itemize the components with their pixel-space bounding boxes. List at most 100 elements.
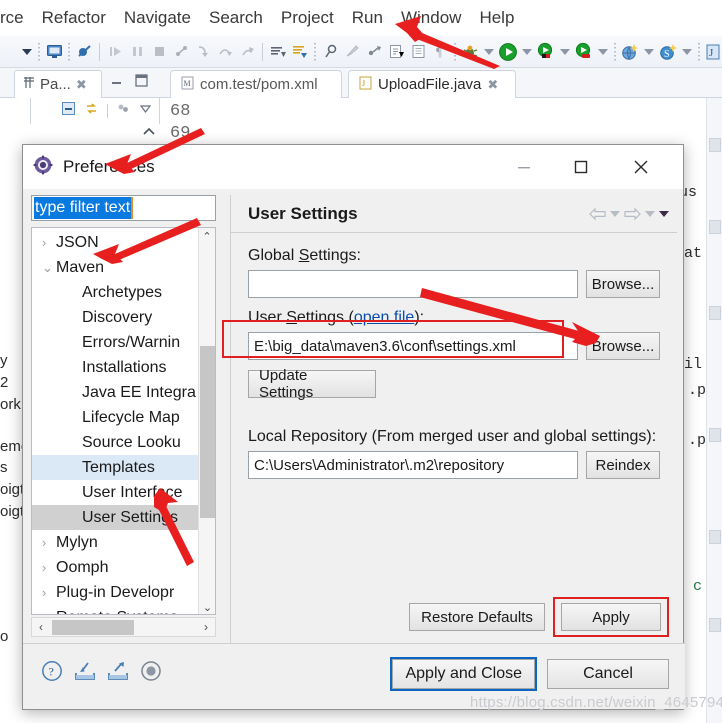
maximize-view-icon[interactable] bbox=[134, 73, 149, 93]
menu-item-run[interactable]: Run bbox=[343, 0, 392, 36]
tree-item-discovery[interactable]: Discovery bbox=[32, 305, 199, 330]
debug-dropdown-caret-icon[interactable] bbox=[484, 48, 494, 55]
menu-item-search[interactable]: Search bbox=[200, 0, 272, 36]
user-settings-input[interactable]: E:\big_data\maven3.6\conf\settings.xml bbox=[248, 332, 578, 360]
apply-and-close-button[interactable]: Apply and Close bbox=[390, 657, 537, 691]
forward-dropdown-caret-icon[interactable] bbox=[645, 211, 655, 217]
link-with-editor-icon[interactable] bbox=[84, 101, 99, 121]
collapse-all-icon[interactable] bbox=[61, 101, 76, 121]
restore-defaults-button[interactable]: Restore Defaults bbox=[409, 603, 545, 631]
local-repository-input[interactable]: C:\Users\Administrator\.m2\repository bbox=[248, 451, 578, 479]
tree-vertical-scrollbar[interactable]: ⌃ ⌄ bbox=[198, 228, 215, 614]
new-annotation-icon[interactable] bbox=[319, 39, 341, 65]
close-icon[interactable]: ✖ bbox=[76, 77, 87, 93]
chevron-right-icon[interactable]: › bbox=[42, 535, 56, 550]
skip-breakpoints-icon[interactable] bbox=[73, 39, 95, 65]
pane-menu-caret-icon[interactable] bbox=[659, 211, 669, 217]
preferences-tree[interactable]: › JSON ⌄ Maven Archetypes Discovery Erro bbox=[31, 227, 216, 615]
menu-item-source[interactable]: rce bbox=[0, 0, 33, 36]
external-tools-dropdown-caret-icon[interactable] bbox=[560, 48, 570, 55]
back-icon[interactable] bbox=[589, 207, 606, 221]
scroll-left-icon[interactable]: ‹ bbox=[32, 620, 50, 634]
web-dropdown-caret-icon[interactable] bbox=[644, 48, 654, 55]
minimize-view-icon[interactable] bbox=[110, 74, 124, 93]
editor-tab-uploadfile-java[interactable]: J UploadFile.java ✖ bbox=[348, 70, 516, 98]
open-console-icon[interactable] bbox=[43, 39, 65, 65]
dialog-title-bar[interactable]: Preferences bbox=[23, 145, 683, 189]
open-task-icon[interactable] bbox=[385, 39, 407, 65]
maximize-button[interactable] bbox=[558, 145, 603, 189]
tree-item-java-ee-integration[interactable]: Java EE Integra bbox=[32, 380, 199, 405]
new-java-class-icon[interactable]: J bbox=[703, 39, 722, 65]
chevron-right-icon[interactable]: › bbox=[42, 610, 56, 614]
open-file-link[interactable]: open file bbox=[354, 309, 415, 326]
editor-tab-pom-xml[interactable]: M com.test/pom.xml bbox=[170, 70, 342, 98]
new-web-project-icon[interactable] bbox=[619, 39, 641, 65]
chevron-right-icon[interactable]: › bbox=[42, 585, 56, 600]
reindex-button[interactable]: Reindex bbox=[586, 451, 660, 479]
scroll-right-icon[interactable]: › bbox=[197, 620, 215, 634]
global-settings-browse-button[interactable]: Browse... bbox=[586, 270, 660, 298]
menu-item-navigate[interactable]: Navigate bbox=[115, 0, 200, 36]
tree-item-mylyn[interactable]: › Mylyn bbox=[32, 530, 199, 555]
toolbar-dropdown-caret-icon[interactable] bbox=[22, 48, 32, 55]
import-preferences-icon[interactable] bbox=[74, 660, 96, 687]
export-preferences-icon[interactable] bbox=[107, 660, 129, 687]
chevron-down-icon[interactable]: ⌄ bbox=[42, 260, 56, 276]
scrollbar-thumb[interactable] bbox=[52, 620, 134, 635]
filter-input[interactable]: type filter text bbox=[31, 195, 216, 221]
link-editor-icon[interactable] bbox=[363, 39, 385, 65]
search-dropdown-caret-icon[interactable] bbox=[682, 48, 692, 55]
forward-icon[interactable] bbox=[624, 207, 641, 221]
server-dropdown-caret-icon[interactable] bbox=[598, 48, 608, 55]
global-settings-input[interactable] bbox=[248, 270, 578, 298]
tree-item-source-lookup[interactable]: Source Looku bbox=[32, 430, 199, 455]
use-step-filters-icon[interactable] bbox=[289, 39, 311, 65]
menu-item-refactor[interactable]: Refactor bbox=[33, 0, 115, 36]
close-icon[interactable]: ✖ bbox=[487, 77, 498, 93]
run-server-icon[interactable] bbox=[573, 39, 595, 65]
tree-item-installations[interactable]: Installations bbox=[32, 355, 199, 380]
tree-item-user-interface[interactable]: User Interface bbox=[32, 480, 199, 505]
scroll-down-icon[interactable]: ⌄ bbox=[199, 599, 215, 614]
tree-item-templates[interactable]: Templates bbox=[32, 455, 199, 480]
menu-item-help[interactable]: Help bbox=[470, 0, 523, 36]
tree-item-archetypes[interactable]: Archetypes bbox=[32, 280, 199, 305]
debug-bug-icon[interactable] bbox=[459, 39, 481, 65]
record-icon[interactable] bbox=[140, 660, 162, 687]
drop-to-frame-icon[interactable] bbox=[267, 39, 289, 65]
tree-item-lifecycle-mappings[interactable]: Lifecycle Map bbox=[32, 405, 199, 430]
scroll-up-icon[interactable]: ⌃ bbox=[199, 228, 215, 245]
view-tab-package-explorer[interactable]: Pa... ✖ bbox=[14, 70, 102, 98]
run-dropdown-caret-icon[interactable] bbox=[522, 48, 532, 55]
view-menu-icon[interactable] bbox=[116, 101, 131, 121]
editor-overview-ruler[interactable] bbox=[706, 98, 722, 723]
menu-item-project[interactable]: Project bbox=[272, 0, 343, 36]
minimize-button[interactable] bbox=[501, 145, 546, 189]
close-button[interactable] bbox=[618, 145, 663, 189]
run-external-tools-icon[interactable] bbox=[535, 39, 557, 65]
scrollbar-thumb[interactable] bbox=[200, 346, 215, 518]
tree-item-oomph[interactable]: › Oomph bbox=[32, 555, 199, 580]
update-settings-button[interactable]: Update Settings bbox=[248, 367, 376, 401]
chevron-right-icon[interactable]: › bbox=[42, 560, 56, 575]
tree-item-user-settings[interactable]: User Settings bbox=[32, 505, 199, 530]
open-document-icon[interactable] bbox=[407, 39, 429, 65]
tree-item-plug-in-development[interactable]: › Plug-in Developr bbox=[32, 580, 199, 605]
tree-item-errors-warnings[interactable]: Errors/Warnin bbox=[32, 330, 199, 355]
cancel-button[interactable]: Cancel bbox=[547, 659, 669, 689]
search-scoped-icon[interactable]: S bbox=[657, 39, 679, 65]
chevron-right-icon[interactable]: › bbox=[42, 235, 56, 250]
user-settings-browse-button[interactable]: Browse... bbox=[586, 332, 660, 360]
help-icon[interactable]: ? bbox=[41, 660, 63, 687]
view-restore-icon[interactable] bbox=[141, 124, 157, 145]
view-dropdown-caret-icon[interactable] bbox=[139, 102, 152, 120]
tree-item-json[interactable]: › JSON bbox=[32, 230, 199, 255]
paragraph-mark-icon[interactable]: ¶ bbox=[429, 39, 451, 65]
apply-button[interactable]: Apply bbox=[561, 603, 661, 631]
tree-horizontal-scrollbar[interactable]: ‹ › bbox=[31, 617, 216, 637]
tree-item-remote-systems[interactable]: › Remote Systems bbox=[32, 605, 199, 615]
run-icon[interactable] bbox=[497, 39, 519, 65]
menu-item-window[interactable]: Window bbox=[392, 0, 470, 36]
tree-item-maven[interactable]: ⌄ Maven bbox=[32, 255, 199, 280]
